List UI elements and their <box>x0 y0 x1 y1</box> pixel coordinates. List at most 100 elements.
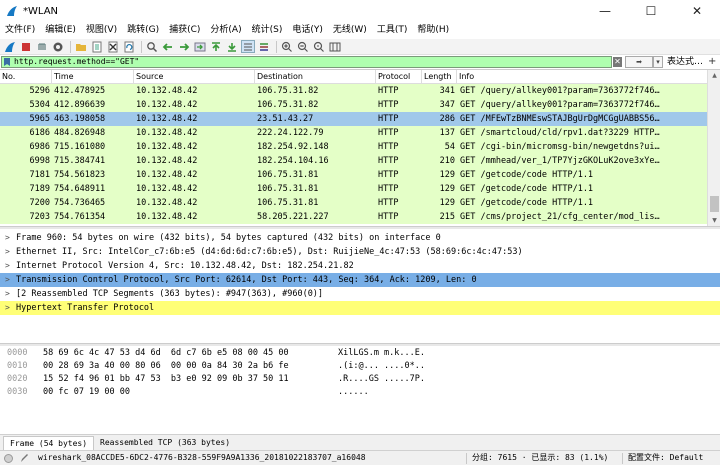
packet-row[interactable]: 7181 754.561823 10.132.48.42 106.75.31.81 HT… <box>0 168 707 182</box>
find-packet-icon[interactable] <box>145 40 159 53</box>
menu-capture[interactable]: 捕获(C) <box>164 22 205 39</box>
column-header-no[interactable]: No. <box>0 70 52 83</box>
packet-row[interactable]: 5965 463.198058 10.132.48.42 23.51.43.27 HTT… <box>0 112 707 126</box>
hex-dump-hex[interactable]: 58 69 6c 4c 47 53 d4 6d 6d c7 6b e5 08 0… <box>43 347 289 360</box>
close-button[interactable]: ✕ <box>674 0 720 22</box>
capture-options-icon[interactable] <box>51 40 65 53</box>
menu-file[interactable]: 文件(F) <box>0 22 40 39</box>
column-header-length[interactable]: Length <box>422 70 457 83</box>
packet-list-scrollbar[interactable]: ▲ ▼ <box>707 70 720 227</box>
expression-button[interactable]: 表达式… <box>667 55 703 69</box>
hex-dump-hex[interactable]: 15 52 f4 96 01 bb 47 53 b3 e0 92 09 0b 3… <box>43 373 289 386</box>
detail-tree-item[interactable]: > [2 Reassembled TCP Segments (363 bytes)… <box>0 287 720 301</box>
apply-filter-button[interactable]: ➡ <box>625 56 653 68</box>
hex-dump-hex[interactable]: 00 28 69 3a 40 00 80 06 00 00 0a 84 30 2… <box>43 360 289 373</box>
column-header-time[interactable]: Time <box>52 70 134 83</box>
column-header-protocol[interactable]: Protocol <box>376 70 422 83</box>
zoom-out-icon[interactable] <box>296 40 310 53</box>
zoom-in-icon[interactable] <box>280 40 294 53</box>
minimize-button[interactable]: — <box>582 0 628 22</box>
status-separator <box>466 453 467 464</box>
menu-edit[interactable]: 编辑(E) <box>40 22 81 39</box>
hex-dump-hex[interactable]: 00 fc 07 19 00 00 <box>43 386 130 399</box>
packet-row[interactable]: 6986 715.161080 10.132.48.42 182.254.92.148… <box>0 140 707 154</box>
column-header-destination[interactable]: Destination <box>255 70 376 83</box>
recent-filters-dropdown[interactable]: ▾ <box>653 56 663 68</box>
menu-statistics[interactable]: 统计(S) <box>247 22 288 39</box>
open-file-icon[interactable] <box>74 40 88 53</box>
detail-tree-item[interactable]: > Transmission Control Protocol, Src Port… <box>0 273 720 287</box>
hex-dump-offset: 0030 <box>7 387 28 397</box>
menu-telephony[interactable]: 电话(Y) <box>287 22 328 39</box>
hex-dump-ascii[interactable]: .R....GS .....7P. <box>338 373 425 386</box>
menu-help[interactable]: 帮助(H) <box>412 22 454 39</box>
expand-arrow-icon[interactable]: > <box>5 287 10 301</box>
detail-tree-item[interactable]: > Hypertext Transfer Protocol <box>0 301 720 315</box>
packet-cell-dst: 106.75.31.82 <box>257 100 319 110</box>
column-header-source[interactable]: Source <box>134 70 255 83</box>
detail-tree-label: Hypertext Transfer Protocol <box>16 303 155 313</box>
last-packet-icon[interactable] <box>225 40 239 53</box>
packet-cell-len: 137 <box>439 128 455 138</box>
add-filter-button[interactable]: + <box>708 55 716 69</box>
hex-dump-ascii[interactable]: .(i:@... ....0*.. <box>338 360 425 373</box>
packet-row[interactable]: 6186 484.826948 10.132.48.42 222.24.122.79 H… <box>0 126 707 140</box>
hex-dump-row: 0020 15 52 f4 96 01 bb 47 53 b3 e0 92 09 … <box>0 373 720 386</box>
capture-comment-icon[interactable] <box>19 452 29 464</box>
detail-tree-item[interactable]: > Internet Protocol Version 4, Src: 10.13… <box>0 259 720 273</box>
packet-row[interactable]: 6998 715.384741 10.132.48.42 182.254.104.16… <box>0 154 707 168</box>
menu-analyze[interactable]: 分析(A) <box>205 22 246 39</box>
packet-row[interactable]: 7200 754.736465 10.132.48.42 106.75.31.81 HT… <box>0 196 707 210</box>
profile-selector[interactable]: 配置文件: Default <box>628 451 703 465</box>
colorize-icon[interactable] <box>257 40 271 53</box>
expand-arrow-icon[interactable]: > <box>5 301 10 315</box>
packet-cell-no: 6986 <box>29 142 50 152</box>
close-file-icon[interactable] <box>106 40 120 53</box>
autoscroll-icon[interactable] <box>241 40 255 53</box>
menu-tools[interactable]: 工具(T) <box>372 22 413 39</box>
hex-dump-ascii[interactable]: XilLGS.m m.k...E. <box>338 347 425 360</box>
packet-row[interactable]: 7203 754.761354 10.132.48.42 58.205.221.227… <box>0 210 707 224</box>
start-capture-icon[interactable] <box>3 40 17 53</box>
go-to-packet-icon[interactable] <box>193 40 207 53</box>
scroll-up-icon[interactable]: ▲ <box>708 70 720 82</box>
go-forward-icon[interactable] <box>177 40 191 53</box>
packet-cell-info: GET /getcode/code HTTP/1.1 <box>460 170 594 180</box>
packet-row[interactable]: 5304 412.896639 10.132.48.42 106.75.31.82 HT… <box>0 98 707 112</box>
display-filter-input[interactable]: http.request.method=="GET" <box>1 56 612 68</box>
first-packet-icon[interactable] <box>209 40 223 53</box>
expand-arrow-icon[interactable]: > <box>5 273 10 287</box>
filter-bookmark-icon[interactable] <box>3 58 11 66</box>
expand-arrow-icon[interactable]: > <box>5 245 10 259</box>
packet-cell-info: GET /cms/project_21/cfg_center/mod_lis… <box>460 212 660 222</box>
capture-file-name: wireshark_08ACCDE5-6DC2-4776-B328-559F9A… <box>38 453 366 462</box>
stop-capture-icon[interactable] <box>19 40 33 53</box>
detail-tree-item[interactable]: > Ethernet II, Src: IntelCor_c7:6b:e5 (d4… <box>0 245 720 259</box>
packet-cell-no: 7189 <box>29 184 50 194</box>
restart-capture-icon[interactable] <box>35 40 49 53</box>
expand-arrow-icon[interactable]: > <box>5 231 10 245</box>
tab-reassembled-tcp[interactable]: Reassembled TCP (363 bytes) <box>94 436 236 450</box>
packet-cell-proto: HTTP <box>378 198 399 208</box>
tab-frame-bytes[interactable]: Frame (54 bytes) <box>3 436 95 450</box>
reload-file-icon[interactable] <box>122 40 136 53</box>
menu-wireless[interactable]: 无线(W) <box>328 22 372 39</box>
packet-cell-time: 715.161080 <box>54 142 106 152</box>
expand-arrow-icon[interactable]: > <box>5 259 10 273</box>
detail-tree-item[interactable]: > Frame 960: 54 bytes on wire (432 bits),… <box>0 231 720 245</box>
go-back-icon[interactable] <box>161 40 175 53</box>
menu-go[interactable]: 跳转(G) <box>122 22 164 39</box>
scrollbar-thumb[interactable] <box>710 196 719 212</box>
menu-view[interactable]: 视图(V) <box>81 22 122 39</box>
resize-columns-icon[interactable] <box>328 40 342 53</box>
hex-dump-ascii[interactable]: ...... <box>338 386 369 399</box>
column-header-info[interactable]: Info <box>457 70 707 83</box>
zoom-reset-icon[interactable] <box>312 40 326 53</box>
maximize-button[interactable]: ☐ <box>628 0 674 22</box>
clear-filter-button[interactable]: ✕ <box>613 57 622 67</box>
expert-info-icon[interactable] <box>4 454 13 463</box>
packet-row[interactable]: 7189 754.648911 10.132.48.42 106.75.31.81 HT… <box>0 182 707 196</box>
packet-cell-len: 210 <box>439 156 455 166</box>
packet-row[interactable]: 5296 412.478925 10.132.48.42 106.75.31.82 HT… <box>0 84 707 98</box>
save-file-icon[interactable] <box>90 40 104 53</box>
